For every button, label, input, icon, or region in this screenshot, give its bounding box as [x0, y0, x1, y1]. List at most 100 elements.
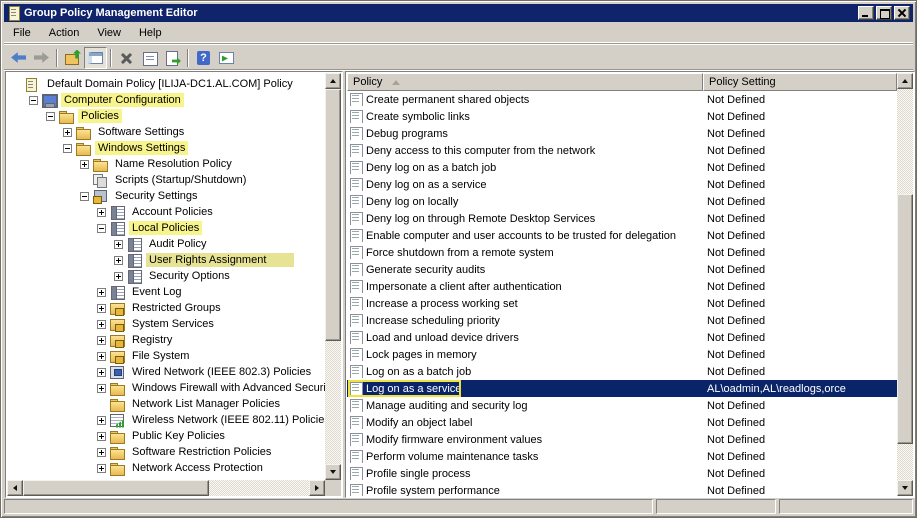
expand-icon[interactable] — [114, 256, 123, 265]
close-button[interactable] — [894, 6, 910, 20]
policy-row[interactable]: Create permanent shared objectsNot Defin… — [347, 91, 897, 108]
help-button[interactable] — [192, 47, 215, 69]
tree-item-label[interactable]: Security Options — [146, 269, 233, 283]
expand-icon[interactable] — [97, 352, 106, 361]
tree-item-label[interactable]: Public Key Policies — [129, 429, 228, 443]
policy-row[interactable]: Profile system performanceNot Defined — [347, 482, 897, 496]
expand-icon[interactable] — [97, 304, 106, 313]
menu-file[interactable]: File — [4, 25, 40, 41]
expand-icon[interactable] — [97, 320, 106, 329]
tree-item-label[interactable]: Security Settings — [112, 189, 201, 203]
policy-row[interactable]: Deny access to this computer from the ne… — [347, 142, 897, 159]
expand-icon[interactable] — [97, 288, 106, 297]
menu-view[interactable]: View — [88, 25, 130, 41]
tree-item-label[interactable]: Windows Firewall with Advanced Security — [129, 381, 325, 395]
expand-icon[interactable] — [97, 416, 106, 425]
tree-vertical-scrollbar[interactable] — [325, 73, 341, 480]
title-bar[interactable]: Group Policy Management Editor — [4, 4, 913, 22]
properties-button[interactable] — [138, 47, 161, 69]
policy-row[interactable]: Impersonate a client after authenticatio… — [347, 278, 897, 295]
tree-item-label[interactable]: Network List Manager Policies — [129, 397, 283, 411]
collapse-icon[interactable] — [63, 144, 72, 153]
tree-item-label[interactable]: Account Policies — [129, 205, 216, 219]
tree-item-label[interactable]: Restricted Groups — [129, 301, 224, 315]
tree-item-label[interactable]: Policies — [78, 109, 122, 123]
tree-item-label[interactable]: Audit Policy — [146, 237, 209, 251]
column-header-policy-setting[interactable]: Policy Setting — [703, 73, 897, 91]
tree-item-label[interactable]: Event Log — [129, 285, 185, 299]
tree-item-label[interactable]: Windows Settings — [95, 141, 188, 155]
policy-row[interactable]: Profile single processNot Defined — [347, 465, 897, 482]
scroll-down-button[interactable] — [325, 464, 341, 480]
policy-row[interactable]: Deny log on as a serviceNot Defined — [347, 176, 897, 193]
tree-item-label[interactable]: System Services — [129, 317, 217, 331]
show-hide-console-tree-button[interactable] — [84, 47, 107, 69]
policy-row[interactable]: Modify firmware environment valuesNot De… — [347, 431, 897, 448]
scroll-left-button[interactable] — [7, 480, 23, 496]
collapse-icon[interactable] — [29, 96, 38, 105]
policy-row[interactable]: Log on as a serviceAL\oadmin,AL\readlogs… — [347, 380, 897, 397]
tree-item-label[interactable]: Software Settings — [95, 125, 187, 139]
show-hide-action-pane-button[interactable] — [215, 47, 238, 69]
policy-row[interactable]: Manage auditing and security logNot Defi… — [347, 397, 897, 414]
expand-icon[interactable] — [97, 336, 106, 345]
menu-action[interactable]: Action — [40, 25, 89, 41]
tree-horizontal-scrollbar[interactable] — [7, 480, 325, 496]
tree-item-label[interactable]: Local Policies — [129, 221, 202, 235]
policy-row[interactable]: Lock pages in memoryNot Defined — [347, 346, 897, 363]
forward-button[interactable] — [30, 47, 53, 69]
tree-item-label[interactable]: User Rights Assignment — [146, 253, 294, 267]
policy-row[interactable]: Force shutdown from a remote systemNot D… — [347, 244, 897, 261]
policy-row[interactable]: Create symbolic linksNot Defined — [347, 108, 897, 125]
collapse-icon[interactable] — [46, 112, 55, 121]
tree-item-label[interactable]: Name Resolution Policy — [112, 157, 235, 171]
expand-icon[interactable] — [97, 208, 106, 217]
export-list-button[interactable] — [161, 47, 184, 69]
expand-icon[interactable] — [114, 272, 123, 281]
expand-icon[interactable] — [97, 464, 106, 473]
expand-icon[interactable] — [80, 160, 89, 169]
scroll-up-button[interactable] — [897, 73, 913, 89]
policy-row[interactable]: Log on as a batch jobNot Defined — [347, 363, 897, 380]
policy-row[interactable]: Debug programsNot Defined — [347, 125, 897, 142]
tree-item-label[interactable]: Wireless Network (IEEE 802.11) Policies — [129, 413, 325, 427]
collapse-icon[interactable] — [80, 192, 89, 201]
back-button[interactable] — [7, 47, 30, 69]
tree-item-label[interactable]: Computer Configuration — [61, 93, 184, 107]
policy-row[interactable]: Modify an object labelNot Defined — [347, 414, 897, 431]
tree-item-label[interactable]: Wired Network (IEEE 802.3) Policies — [129, 365, 314, 379]
tree-item-label[interactable]: Software Restriction Policies — [129, 445, 274, 459]
policy-row[interactable]: Perform volume maintenance tasksNot Defi… — [347, 448, 897, 465]
scroll-thumb[interactable] — [325, 89, 341, 341]
policy-row[interactable]: Generate security auditsNot Defined — [347, 261, 897, 278]
scroll-right-button[interactable] — [309, 480, 325, 496]
up-one-level-button[interactable] — [61, 47, 84, 69]
scroll-down-button[interactable] — [897, 480, 913, 496]
policy-row[interactable]: Increase scheduling priorityNot Defined — [347, 312, 897, 329]
scroll-thumb[interactable] — [897, 194, 913, 444]
policy-row[interactable]: Deny log on as a batch jobNot Defined — [347, 159, 897, 176]
collapse-icon[interactable] — [97, 224, 106, 233]
tree-item-label[interactable]: Registry — [129, 333, 175, 347]
minimize-button[interactable] — [858, 6, 874, 20]
expand-icon[interactable] — [97, 368, 106, 377]
tree-item-label[interactable]: Default Domain Policy [ILIJA-DC1.AL.COM]… — [44, 77, 296, 91]
menu-help[interactable]: Help — [130, 25, 171, 41]
policy-row[interactable]: Deny log on locallyNot Defined — [347, 193, 897, 210]
tree-item-label[interactable]: Scripts (Startup/Shutdown) — [112, 173, 249, 187]
expand-icon[interactable] — [97, 432, 106, 441]
expand-icon[interactable] — [97, 384, 106, 393]
policy-row[interactable]: Increase a process working setNot Define… — [347, 295, 897, 312]
policy-row[interactable]: Enable computer and user accounts to be … — [347, 227, 897, 244]
column-header-policy[interactable]: Policy — [347, 73, 703, 91]
policy-row[interactable]: Load and unload device driversNot Define… — [347, 329, 897, 346]
expand-icon[interactable] — [63, 128, 72, 137]
expand-icon[interactable] — [97, 448, 106, 457]
policy-row[interactable]: Deny log on through Remote Desktop Servi… — [347, 210, 897, 227]
scroll-up-button[interactable] — [325, 73, 341, 89]
tree-item-label[interactable]: Network Access Protection — [129, 461, 266, 475]
tree-item-label[interactable]: File System — [129, 349, 192, 363]
maximize-button[interactable] — [876, 6, 892, 20]
delete-button[interactable] — [115, 47, 138, 69]
list-vertical-scrollbar[interactable] — [897, 73, 913, 496]
